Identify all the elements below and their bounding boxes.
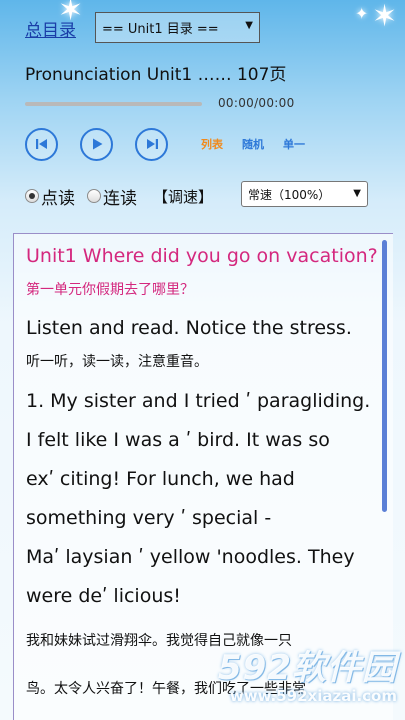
scrollbar[interactable] — [382, 240, 387, 512]
read-option[interactable]: 点读 — [25, 184, 75, 209]
continuous-radio[interactable] — [87, 189, 101, 203]
time-display: 00:00/00:00 — [218, 96, 295, 110]
speed-select[interactable]: 常速（100%） ▼ — [241, 181, 368, 207]
player-controls: 列表 随机 单一 — [25, 127, 324, 161]
unit-select[interactable]: == Unit1 目录 == ▼ — [95, 12, 260, 43]
speed-select-value: 常速（100%） — [248, 187, 331, 202]
toc-link[interactable]: 总目录 — [25, 16, 76, 41]
passage-line[interactable]: were deʹ licious! — [26, 577, 379, 616]
continuous-label: 连读 — [103, 188, 137, 209]
passage-line[interactable]: I felt like I was a ʹ bird. It was so — [26, 421, 379, 460]
mode-random-button[interactable]: 随机 — [242, 136, 264, 152]
tune-label: 【调速】 — [153, 187, 214, 206]
read-options: 点读 连读 【调速】 常速（100%） ▼ — [25, 181, 368, 209]
watermark-logo: 592软件园 — [218, 648, 397, 688]
lesson-subtitle: 第一单元你假期去了哪里？ — [26, 282, 194, 298]
previous-button[interactable] — [25, 127, 58, 161]
dropdown-arrow-icon: ▼ — [245, 20, 253, 31]
instruction-en[interactable]: Listen and read. Notice the stress. — [26, 314, 379, 342]
skip-back-icon — [35, 139, 47, 149]
top-bar: 总目录 == Unit1 目录 == ▼ — [25, 12, 385, 44]
unit-select-value: == Unit1 目录 == — [102, 22, 219, 37]
skip-forward-icon — [146, 139, 158, 149]
instruction-cn: 听一听，读一读，注意重音。 — [26, 354, 208, 370]
read-label: 点读 — [41, 188, 75, 209]
play-icon — [92, 138, 102, 150]
passage: 1. My sister and I tried ʹ paragliding. … — [26, 382, 379, 616]
mode-single-button[interactable]: 单一 — [283, 136, 305, 152]
progress-bar[interactable] — [25, 102, 202, 106]
watermark-url: www.592xiazai.com — [229, 687, 397, 705]
read-radio[interactable] — [25, 189, 39, 203]
play-button[interactable] — [80, 127, 113, 161]
lesson-title: Unit1 Where did you go on vacation? — [26, 245, 378, 267]
watermark: 592软件园 www.592xiazai.com — [197, 640, 397, 712]
passage-line[interactable]: something very ʹ special - — [26, 499, 379, 538]
passage-line[interactable]: exʹ citing! For lunch, we had — [26, 460, 379, 499]
passage-line[interactable]: Maʹ laysian ʹ yellow 'noodles. They — [26, 538, 379, 577]
next-button[interactable] — [135, 127, 168, 161]
dropdown-arrow-icon: ▼ — [353, 188, 361, 199]
track-title: Pronunciation Unit1 …… 107页 — [25, 65, 287, 85]
passage-line[interactable]: 1. My sister and I tried ʹ paragliding. — [26, 382, 379, 421]
continuous-option[interactable]: 连读 — [87, 184, 137, 209]
mode-list-button[interactable]: 列表 — [201, 136, 223, 152]
